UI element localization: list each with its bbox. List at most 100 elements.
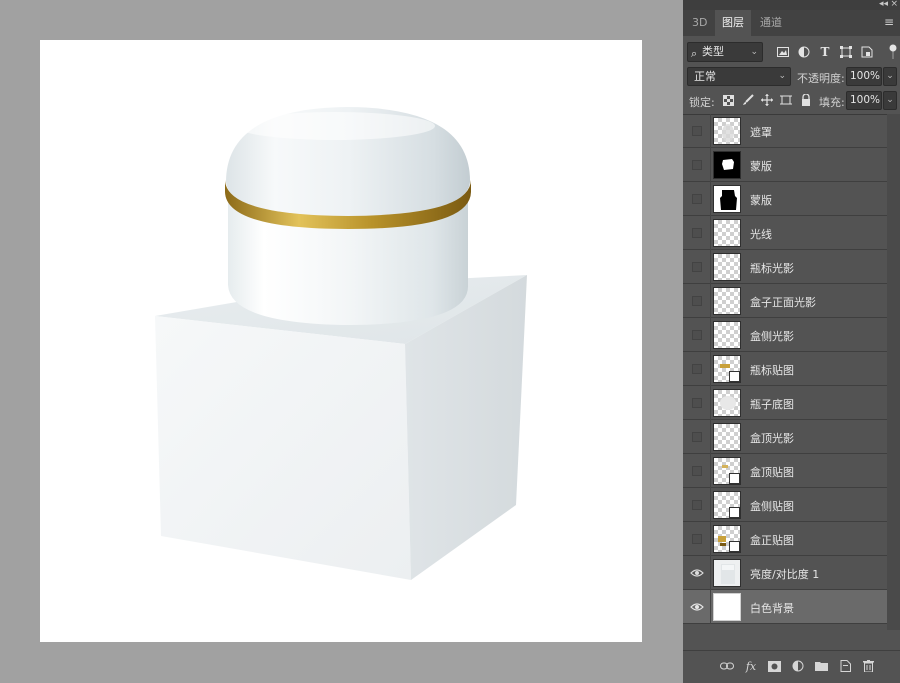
image-filter-icon[interactable] — [775, 44, 791, 60]
layers-scrollbar[interactable] — [887, 114, 900, 630]
chevron-down-icon: ⌄ — [750, 47, 758, 57]
layer-thumbnail — [713, 117, 741, 145]
layer-row[interactable]: 遮罩 — [683, 114, 887, 148]
hidden-eye-icon — [691, 262, 702, 272]
hidden-eye-icon — [691, 126, 702, 136]
link-layers-icon[interactable] — [719, 658, 735, 674]
layer-row[interactable]: 蒙版 — [683, 148, 887, 182]
visibility-toggle[interactable] — [683, 148, 711, 182]
visibility-toggle[interactable] — [683, 386, 711, 420]
tab-3d[interactable]: 3D — [685, 10, 714, 36]
opacity-label: 不透明度: — [797, 72, 845, 85]
visibility-toggle[interactable] — [683, 182, 711, 216]
document-canvas[interactable] — [40, 40, 642, 642]
tab-channels[interactable]: 通道 — [753, 10, 789, 36]
product-render — [155, 107, 527, 580]
layer-name: 瓶标光影 — [750, 262, 794, 275]
visibility-toggle[interactable] — [683, 522, 711, 556]
hidden-eye-icon — [691, 466, 702, 476]
hidden-eye-icon — [691, 364, 702, 374]
shape-filter-icon[interactable] — [838, 44, 854, 60]
visibility-toggle[interactable] — [683, 590, 711, 624]
layer-style-fx-icon[interactable]: fx — [743, 658, 759, 674]
hidden-eye-icon — [691, 398, 702, 408]
panel-menu-icon[interactable]: ≡ — [884, 16, 894, 28]
layer-row[interactable]: 盒侧贴图 — [683, 488, 887, 522]
prevent-auto-nesting-icon[interactable] — [779, 93, 793, 107]
layer-thumbnail — [713, 423, 741, 451]
fill-input[interactable]: 100% — [846, 91, 882, 110]
visibility-toggle[interactable] — [683, 216, 711, 250]
workspace[interactable] — [0, 0, 680, 683]
layer-name: 盒侧贴图 — [750, 500, 794, 513]
tab-layers[interactable]: 图层 — [715, 10, 751, 36]
layer-row-selected[interactable]: 白色背景 — [683, 590, 887, 624]
smart-object-icon — [729, 507, 740, 518]
layer-name: 白色背景 — [750, 602, 794, 615]
layer-thumbnail — [713, 185, 741, 213]
adjustment-filter-icon[interactable] — [796, 44, 812, 60]
lid-highlight — [235, 112, 435, 140]
smart-object-icon — [729, 371, 740, 382]
layer-row[interactable]: 盒子正面光影 — [683, 284, 887, 318]
fill-dropdown-chevron-icon[interactable]: ⌄ — [883, 91, 897, 110]
layer-row[interactable]: 瓶标光影 — [683, 250, 887, 284]
layer-row[interactable]: 光线 — [683, 216, 887, 250]
blend-mode-select[interactable]: 正常 ⌄ — [687, 67, 791, 86]
visibility-toggle[interactable] — [683, 284, 711, 318]
lock-transparent-pixels-icon[interactable] — [721, 93, 735, 107]
add-mask-icon[interactable] — [766, 658, 782, 674]
visibility-toggle[interactable] — [683, 250, 711, 284]
layer-thumbnail — [713, 321, 741, 349]
type-filter-icon[interactable]: T — [817, 44, 833, 60]
smart-object-filter-icon[interactable] — [859, 44, 875, 60]
collapse-panel-icon[interactable]: ◂◂ — [879, 0, 888, 9]
delete-layer-trash-icon[interactable] — [860, 658, 876, 674]
layer-row[interactable]: 亮度/对比度 1 — [683, 556, 887, 590]
hidden-eye-icon — [691, 534, 702, 544]
layer-row[interactable]: 盒顶光影 — [683, 420, 887, 454]
lock-position-icon[interactable] — [760, 93, 774, 107]
layer-thumbnail — [713, 389, 741, 417]
layer-row[interactable]: 盒顶贴图 — [683, 454, 887, 488]
layers-list: 遮罩 蒙版 蒙版 光线 瓶标光影 盒子正面光影 盒侧光影 瓶标贴图 瓶子底图 盒… — [683, 114, 887, 630]
layer-thumbnail — [713, 253, 741, 281]
opacity-input[interactable]: 100% — [846, 67, 882, 86]
opacity-dropdown-chevron-icon[interactable]: ⌄ — [883, 67, 897, 86]
fill-label: 填充: — [819, 96, 845, 109]
lock-row: 锁定: 填充: 100% — [683, 90, 900, 112]
filter-toggle-switch[interactable] — [889, 44, 897, 60]
layer-thumbnail — [713, 355, 741, 383]
layer-kind-filter-select[interactable]: ⌕ 类型 ⌄ — [687, 42, 763, 62]
visibility-toggle[interactable] — [683, 318, 711, 352]
eye-icon — [689, 569, 704, 577]
layer-row[interactable]: 盒正贴图 — [683, 522, 887, 556]
close-panel-icon[interactable]: × — [890, 0, 898, 9]
layer-name: 蒙版 — [750, 194, 772, 207]
new-layer-icon[interactable] — [837, 658, 853, 674]
visibility-toggle[interactable] — [683, 454, 711, 488]
layer-name: 瓶子底图 — [750, 398, 794, 411]
lock-all-icon[interactable] — [799, 93, 813, 107]
layer-thumbnail — [713, 151, 741, 179]
layer-thumbnail — [713, 491, 741, 519]
visibility-toggle[interactable] — [683, 488, 711, 522]
lock-image-pixels-icon[interactable] — [741, 93, 755, 107]
layer-row[interactable]: 蒙版 — [683, 182, 887, 216]
visibility-toggle[interactable] — [683, 352, 711, 386]
hidden-eye-icon — [691, 228, 702, 238]
layers-bottom-toolbar: fx — [683, 650, 900, 683]
layer-row[interactable]: 瓶子底图 — [683, 386, 887, 420]
visibility-toggle[interactable] — [683, 114, 711, 148]
new-group-folder-icon[interactable] — [813, 658, 829, 674]
visibility-toggle[interactable] — [683, 420, 711, 454]
visibility-toggle[interactable] — [683, 556, 711, 590]
hidden-eye-icon — [691, 296, 702, 306]
layer-name: 盒正贴图 — [750, 534, 794, 547]
new-adjustment-layer-icon[interactable] — [790, 658, 806, 674]
layer-name: 盒顶光影 — [750, 432, 794, 445]
blend-row: 正常 ⌄ 不透明度: 100% — [683, 66, 900, 88]
layer-row[interactable]: 瓶标贴图 — [683, 352, 887, 386]
eye-icon — [689, 603, 704, 611]
layer-row[interactable]: 盒侧光影 — [683, 318, 887, 352]
